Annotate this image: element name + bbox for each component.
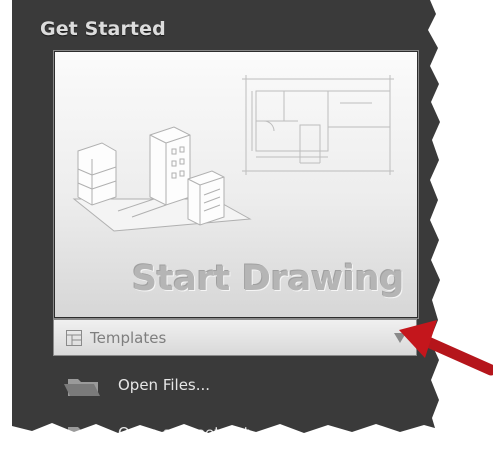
torn-edge-decoration [12, 0, 442, 438]
red-arrow-annotation-icon [399, 320, 493, 376]
get-started-panel: Get Started Start Drawing Templates Open… [12, 0, 442, 438]
